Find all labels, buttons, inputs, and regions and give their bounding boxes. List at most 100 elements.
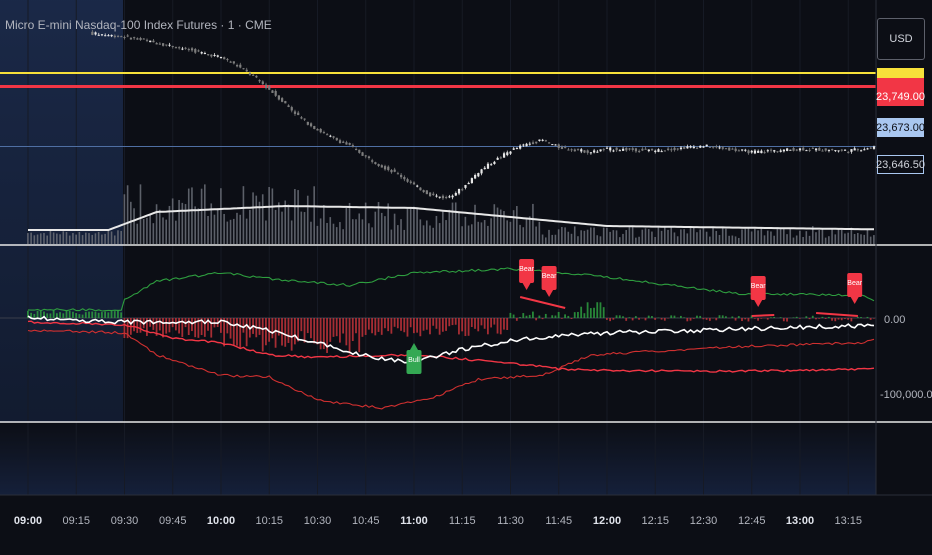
currency-button[interactable]: USD <box>877 18 925 60</box>
time-axis-label: 10:30 <box>304 515 332 527</box>
histogram-bar <box>98 313 100 318</box>
candle-body <box>805 150 807 151</box>
volume-bar <box>37 235 39 244</box>
histogram-bar <box>429 318 431 334</box>
volume-bar <box>249 210 251 244</box>
candle-body <box>641 149 643 151</box>
volume-bar <box>600 236 602 244</box>
histogram-bar <box>310 318 312 338</box>
candle-body <box>307 122 309 125</box>
volume-bar <box>619 237 621 244</box>
candle-body <box>188 49 190 50</box>
candle-body <box>506 152 508 155</box>
candle-body <box>159 44 161 45</box>
volume-bar <box>407 209 409 244</box>
candle-body <box>136 38 138 39</box>
candle-body <box>503 153 505 157</box>
volume-bar <box>172 198 174 244</box>
candle-body <box>760 151 762 153</box>
histogram-bar <box>169 318 171 332</box>
candle-body <box>426 190 428 194</box>
volume-bar <box>789 228 791 244</box>
volume-bar <box>339 222 341 244</box>
histogram-bar <box>397 318 399 328</box>
volume-bar <box>854 234 856 244</box>
histogram-bar <box>606 318 608 320</box>
histogram-bar <box>345 318 347 345</box>
histogram-bar <box>590 308 592 318</box>
histogram-bar <box>722 315 724 318</box>
candle-body <box>599 149 601 151</box>
histogram-bar <box>844 318 846 319</box>
candle-body <box>529 144 531 145</box>
histogram-bar <box>593 308 595 318</box>
volume-bar <box>175 221 177 244</box>
histogram-bar <box>738 316 740 318</box>
histogram-bar <box>291 318 293 351</box>
histogram-bar <box>284 318 286 347</box>
candle-body <box>693 147 695 148</box>
histogram-bar <box>410 318 412 327</box>
candle-body <box>204 53 206 54</box>
histogram-bar <box>513 315 515 318</box>
candle-body <box>165 45 167 46</box>
candle-body <box>870 148 872 149</box>
candle-body <box>792 148 794 151</box>
volume-bar <box>751 231 753 244</box>
histogram-bar <box>516 318 518 321</box>
candle-body <box>735 149 737 151</box>
histogram-bar <box>474 318 476 329</box>
candle-body <box>416 186 418 187</box>
histogram-bar <box>635 316 637 318</box>
histogram-bar <box>748 318 750 321</box>
histogram-bar <box>670 315 672 318</box>
time-axis-label: 10:15 <box>255 515 283 527</box>
volume-bar <box>46 236 48 244</box>
candle-body <box>143 39 145 40</box>
volume-bar <box>368 223 370 244</box>
volume-bar <box>445 220 447 244</box>
candle-body <box>741 149 743 150</box>
volume-bar <box>410 207 412 244</box>
volume-bar <box>236 213 238 244</box>
histogram-bar <box>271 318 273 338</box>
volume-bar <box>207 216 209 244</box>
volume-bar <box>255 196 257 244</box>
candle-body <box>435 196 437 197</box>
histogram-bar <box>567 316 569 318</box>
histogram-bar <box>847 318 849 320</box>
candle-body <box>230 62 232 63</box>
volume-bar <box>272 188 274 244</box>
candle-body <box>117 36 119 37</box>
volume-bar <box>513 210 515 244</box>
candle-body <box>271 90 273 93</box>
histogram-bar <box>407 318 409 337</box>
candle-body <box>683 147 685 149</box>
histogram-bar <box>46 313 48 318</box>
candle-body <box>571 149 573 150</box>
candle-body <box>461 189 463 190</box>
volume-bar <box>767 231 769 244</box>
histogram-bar <box>651 316 653 318</box>
candle-body <box>468 183 470 184</box>
histogram-bar <box>815 318 817 319</box>
volume-bar <box>780 228 782 244</box>
histogram-bar <box>294 318 296 344</box>
histogram-bar <box>645 318 647 320</box>
time-axis-label: 10:45 <box>352 515 380 527</box>
volume-bar <box>108 231 110 244</box>
candle-body <box>336 138 338 140</box>
volume-bar <box>429 225 431 244</box>
candle-body <box>606 148 608 149</box>
histogram-bar <box>390 318 392 334</box>
chart-container[interactable]: BullBearBearBearBear Micro E-mini Nasdaq… <box>0 0 932 550</box>
candle-body <box>310 123 312 126</box>
histogram-bar <box>111 311 113 318</box>
candle-body <box>815 148 817 150</box>
time-axis-label: 09:45 <box>159 515 187 527</box>
chart-canvas[interactable]: BullBearBearBearBear <box>0 0 932 550</box>
volume-bar <box>156 204 158 244</box>
time-axis-label: 09:15 <box>62 515 90 527</box>
histogram-bar <box>223 318 225 346</box>
histogram-bar <box>648 316 650 318</box>
